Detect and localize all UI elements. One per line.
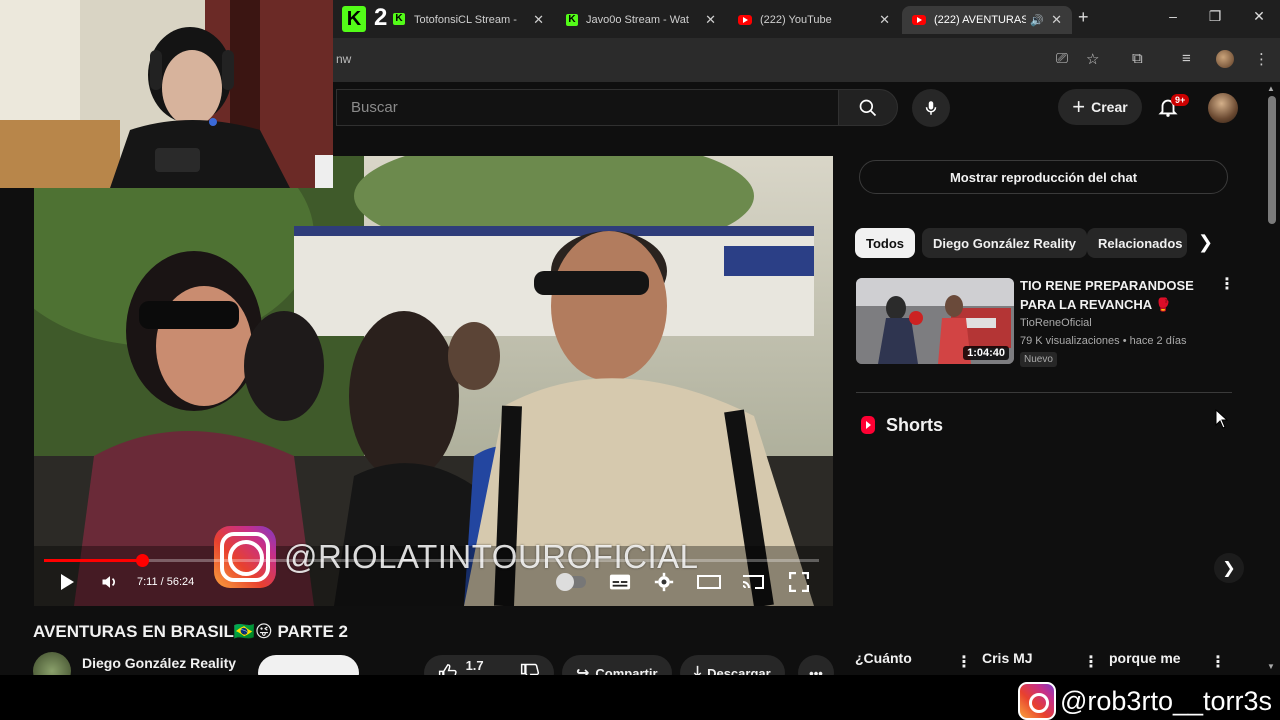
video-title: AVENTURAS EN BRASIL🇧🇷😜 PARTE 2 (33, 622, 349, 641)
chevron-right-icon: ❯ (1222, 560, 1236, 577)
play-button[interactable] (58, 572, 76, 597)
short-menu-icon[interactable]: ⋮ (1083, 655, 1099, 671)
volume-icon (102, 576, 115, 588)
fullscreen-icon (788, 571, 810, 593)
chip-related[interactable]: Relacionados (1087, 228, 1187, 258)
close-icon[interactable]: ✕ (1051, 12, 1062, 28)
autoplay-toggle[interactable] (556, 573, 586, 591)
progress-fill (44, 559, 143, 562)
kick-notification-count: 2 (374, 4, 388, 31)
speaker-icon[interactable]: 🔊 (1030, 14, 1044, 27)
pause-icon (556, 573, 574, 591)
tab-aventuras[interactable]: (222) AVENTURAS 🔊 ✕ (902, 6, 1072, 34)
cast-button[interactable] (741, 572, 765, 597)
tab-title: (222) YouTube (760, 14, 832, 26)
recommendation-title[interactable]: TIO RENE PREPARANDOSE PARA LA REVANCHA 🥊 (1020, 276, 1200, 314)
recommendation-meta: 79 K visualizaciones • hace 2 días (1020, 335, 1187, 347)
streamer-handle: @rob3rto__torr3s (1060, 685, 1273, 716)
tab-title: TotofonsiCL Stream - (414, 14, 517, 26)
divider (856, 392, 1232, 393)
search-icon (859, 99, 877, 116)
recommendation-channel[interactable]: TioReneOficial (1020, 317, 1092, 329)
progress-bar[interactable] (44, 554, 819, 567)
minimize-icon[interactable]: – (1158, 8, 1188, 24)
account-avatar[interactable] (1208, 93, 1238, 123)
kick-notification-icon: K (342, 6, 366, 32)
cast-icon (742, 575, 764, 589)
autoplay-toggle-track (556, 573, 586, 591)
close-icon[interactable]: ✕ (705, 12, 716, 28)
youtube-icon (738, 15, 752, 25)
webcam-image (0, 0, 333, 188)
close-window-icon[interactable]: ✕ (1244, 8, 1274, 25)
new-badge: Nuevo (1020, 352, 1057, 367)
close-icon[interactable]: ✕ (533, 12, 544, 28)
fullscreen-button[interactable] (788, 571, 810, 597)
microphone-icon (925, 101, 937, 115)
recommendation-menu-icon[interactable]: ⋮ (1219, 277, 1235, 293)
subtitles-icon (609, 574, 631, 590)
channel-name[interactable]: Diego González Reality (82, 655, 236, 671)
streamer-webcam (0, 0, 333, 188)
create-button[interactable]: + Crear (1058, 89, 1142, 125)
tab-javo0o[interactable]: K Javo0o Stream - Wat ✕ (556, 6, 726, 34)
play-icon (61, 574, 74, 590)
scroll-down-arrow-icon[interactable]: ▼ (1267, 662, 1275, 671)
video-duration: 1:04:40 (963, 346, 1009, 360)
mouse-cursor-icon (1215, 408, 1229, 434)
install-app-icon[interactable]: ⎚ (1056, 50, 1068, 67)
tab-totofonsi[interactable]: TotofonsiCL Stream - ✕ (404, 6, 554, 34)
maximize-icon[interactable]: ❐ (1200, 8, 1230, 25)
recommendation-thumbnail[interactable]: 1:04:40 (856, 278, 1014, 364)
chevron-right-icon[interactable]: ❯ (1198, 232, 1213, 253)
theater-mode-icon (697, 575, 721, 589)
short-title[interactable]: porque me (1109, 650, 1181, 666)
notification-badge: 9+ (1171, 94, 1190, 106)
media-control-icon[interactable]: ≡ (1182, 50, 1191, 67)
short-title[interactable]: ¿Cuánto (855, 650, 912, 666)
show-chat-replay-button[interactable]: Mostrar reproducción del chat (859, 160, 1228, 194)
shorts-heading: Shorts (886, 415, 944, 435)
short-menu-icon[interactable]: ⋮ (956, 655, 972, 671)
bookmark-star-icon[interactable]: ☆ (1086, 50, 1099, 68)
chip-channel[interactable]: Diego González Reality (922, 228, 1088, 258)
search-input[interactable] (351, 99, 838, 116)
kick-icon: K (566, 14, 578, 26)
create-label: Crear (1091, 99, 1128, 115)
instagram-icon (214, 526, 276, 588)
shorts-icon (861, 416, 875, 434)
plus-icon: + (1072, 94, 1086, 119)
youtube-icon (912, 15, 926, 25)
scroll-up-arrow-icon[interactable]: ▲ (1267, 84, 1275, 93)
subtitles-button[interactable] (609, 572, 631, 597)
streamer-instagram-overlay: @rob3rto__torr3s (1018, 682, 1272, 720)
browser-profile-avatar[interactable] (1216, 50, 1234, 68)
tab-youtube[interactable]: (222) YouTube ✕ (728, 6, 900, 34)
voice-search-button[interactable] (912, 89, 950, 127)
instagram-icon (1018, 682, 1056, 720)
instagram-handle: @RIOLATINTOUROFICIAL (284, 538, 699, 575)
tab-title: (222) AVENTURAS (934, 14, 1026, 26)
short-menu-icon[interactable]: ⋮ (1210, 655, 1226, 671)
scrollbar-thumb[interactable] (1268, 96, 1276, 224)
gear-icon (654, 572, 674, 592)
settings-button[interactable] (654, 572, 674, 597)
new-tab-button[interactable]: + (1078, 7, 1089, 28)
time-display: 7:11 / 56:24 (137, 576, 195, 588)
close-icon[interactable]: ✕ (879, 12, 890, 28)
short-title[interactable]: Cris MJ (982, 650, 1033, 666)
volume-button[interactable] (100, 572, 120, 597)
theater-mode-button[interactable] (697, 572, 721, 597)
search-box (336, 89, 838, 126)
extensions-icon[interactable]: ⧉ (1132, 50, 1143, 67)
url-text[interactable]: nw (336, 52, 351, 66)
shorts-next-button[interactable]: ❯ (1214, 553, 1244, 583)
tab-title: Javo0o Stream - Wat (586, 14, 689, 26)
search-button[interactable] (838, 89, 898, 126)
browser-menu-icon[interactable]: ⋮ (1254, 50, 1269, 68)
video-player[interactable]: @RIOLATINTOUROFICIAL 7:11 / 56:24 (34, 156, 833, 606)
chip-todos[interactable]: Todos (855, 228, 916, 258)
